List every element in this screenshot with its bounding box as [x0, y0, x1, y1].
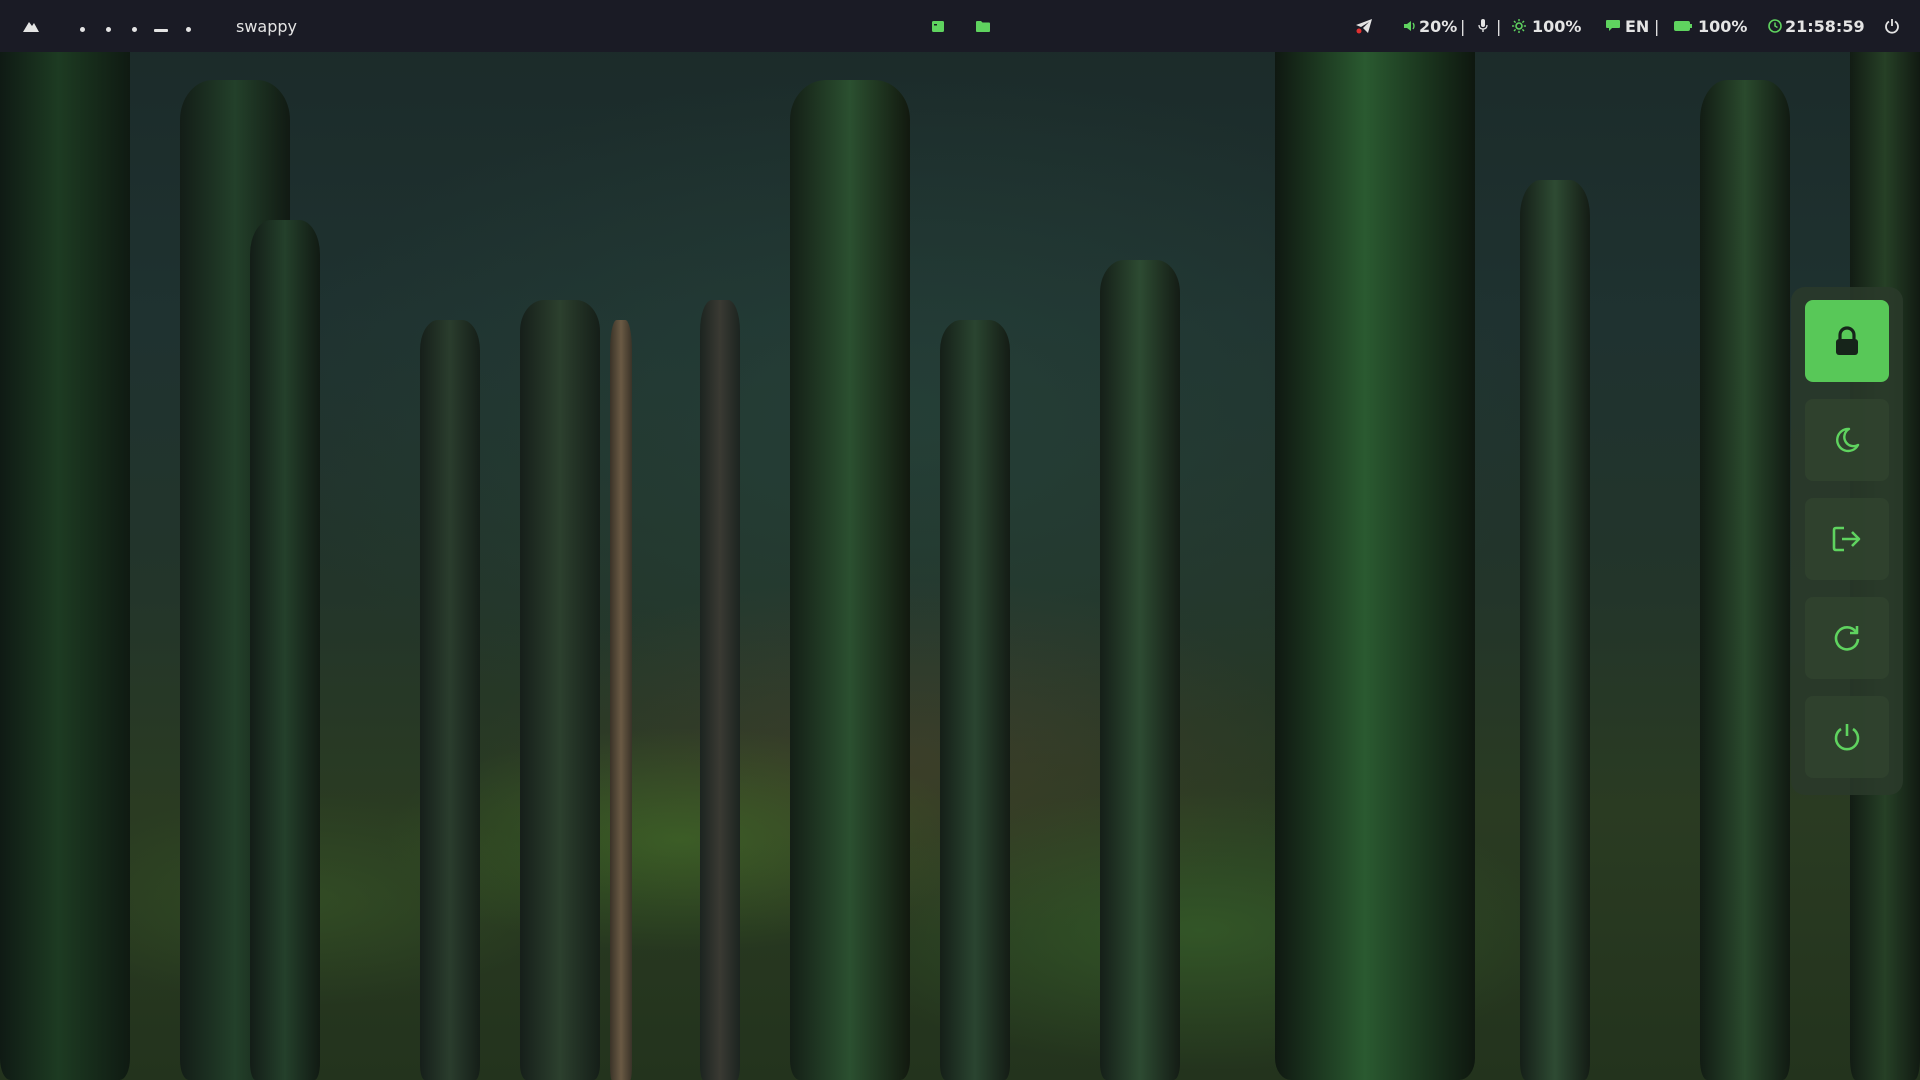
launcher-button[interactable]: [18, 0, 44, 52]
volume-icon: [1404, 21, 1415, 31]
telegram-tray-icon[interactable]: [1354, 0, 1374, 52]
wallpaper-tree: [610, 320, 632, 1080]
moon-icon: [1836, 427, 1860, 453]
folder-icon: [976, 21, 990, 32]
workspace-5[interactable]: [186, 17, 191, 36]
lock-button[interactable]: [1805, 300, 1889, 382]
reboot-icon: [1834, 626, 1860, 651]
brightness-value: 100%: [1532, 16, 1582, 36]
battery-indicator: 100%: [1674, 0, 1747, 52]
volume-value: 20%: [1419, 16, 1458, 36]
workspace-2[interactable]: [106, 17, 111, 36]
logout-button[interactable]: [1805, 498, 1889, 580]
separator: |: [1654, 16, 1660, 36]
brightness-indicator[interactable]: 100%: [1512, 0, 1581, 52]
wallpaper-tree: [1275, 0, 1475, 1080]
reboot-button[interactable]: [1805, 597, 1889, 679]
keyboard-icon: [1606, 20, 1620, 31]
wallpaper-tree: [1100, 260, 1180, 1080]
workspace-switcher: [74, 0, 204, 52]
power-menu: [1791, 287, 1903, 795]
workspace-1[interactable]: [80, 17, 85, 36]
clock[interactable]: 21:58:59: [1768, 0, 1865, 52]
wallpaper-tree: [0, 0, 130, 1080]
microphone-icon: [1478, 19, 1488, 32]
terminal-button[interactable]: [928, 0, 948, 52]
wallpaper-tree: [420, 320, 480, 1080]
power-button[interactable]: [1882, 0, 1902, 52]
wallpaper-tree: [700, 300, 740, 1080]
separator: |: [1460, 16, 1466, 36]
clock-value: 21:58:59: [1785, 16, 1865, 36]
battery-value: 100%: [1698, 16, 1748, 36]
terminal-icon: [932, 20, 944, 32]
power-icon: [1834, 724, 1860, 751]
telegram-icon: [1356, 19, 1372, 34]
suspend-button[interactable]: [1805, 399, 1889, 481]
lock-icon: [1836, 326, 1858, 355]
desktop-wallpaper: [0, 0, 1920, 1080]
workspace-3[interactable]: [132, 17, 137, 36]
mountain-icon: [23, 22, 39, 32]
sun-icon: [1512, 19, 1526, 33]
separator: |: [1496, 16, 1502, 36]
clock-icon: [1768, 19, 1782, 33]
wallpaper-tree: [520, 300, 600, 1080]
wallpaper-tree: [1700, 80, 1790, 1080]
wallpaper-tree: [940, 320, 1010, 1080]
power-icon: [1885, 19, 1899, 34]
window-title: swappy: [236, 16, 298, 36]
wallpaper-tree: [1520, 180, 1590, 1080]
wallpaper-tree: [790, 80, 910, 1080]
wallpaper-tree: [250, 220, 320, 1080]
workspace-4-active[interactable]: [154, 17, 168, 36]
battery-icon: [1674, 21, 1692, 31]
top-bar: swappy 20% | | 100% EN | 100% 21:58:59: [0, 0, 1920, 52]
logout-icon: [1832, 526, 1861, 552]
language-value: EN: [1625, 16, 1650, 36]
file-manager-button[interactable]: [973, 0, 993, 52]
language-indicator[interactable]: EN: [1606, 0, 1649, 52]
shutdown-button[interactable]: [1805, 696, 1889, 778]
volume-indicator[interactable]: 20%: [1404, 0, 1457, 52]
microphone-indicator[interactable]: [1476, 0, 1490, 52]
